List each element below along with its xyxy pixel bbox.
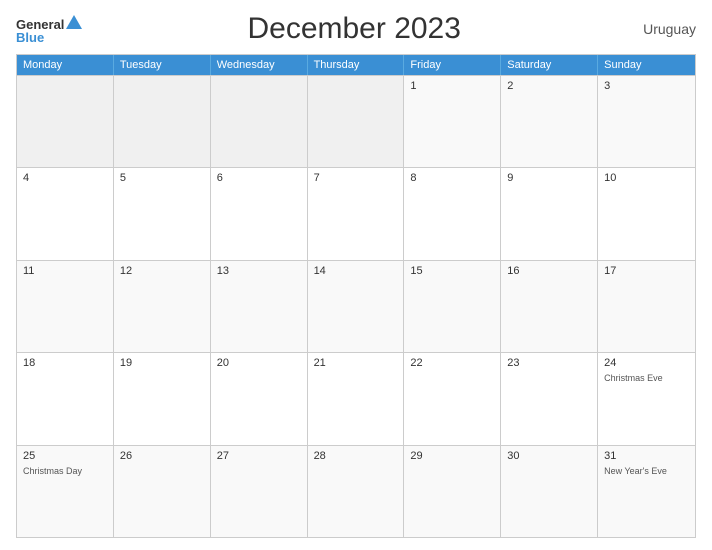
day-cell: 16 [501,261,598,352]
day-cell: 27 [211,446,308,537]
day-number: 21 [314,357,398,369]
day-event: Christmas Day [23,466,107,476]
day-cell: 22 [404,353,501,444]
day-cell: 5 [114,168,211,259]
day-number: 11 [23,265,107,277]
logo: General Blue [16,15,82,44]
day-header-monday: Monday [17,55,114,75]
logo-triangle-icon [66,15,82,29]
day-cell [114,76,211,167]
day-number: 18 [23,357,107,369]
day-number: 22 [410,357,494,369]
calendar: MondayTuesdayWednesdayThursdayFridaySatu… [16,54,696,538]
week-row-4: 18 19 20 21 22 23 24 Christmas Eve [17,352,695,444]
day-cell: 29 [404,446,501,537]
weeks-container: 123456789101112131415161718192021222324C… [17,75,695,537]
day-number: 26 [120,450,204,462]
day-cell: 19 [114,353,211,444]
country-label: Uruguay [626,21,696,37]
day-number: 12 [120,265,204,277]
day-number: 19 [120,357,204,369]
day-number: 1 [410,80,494,92]
day-cell: 24 Christmas Eve [598,353,695,444]
day-cell: 8 [404,168,501,259]
day-cell: 13 [211,261,308,352]
week-row-3: 11 12 13 14 15 16 17 [17,260,695,352]
week-row-2: 4 5 6 78 9 10 [17,167,695,259]
day-cell: 9 [501,168,598,259]
day-cell [308,76,405,167]
day-cell: 18 [17,353,114,444]
day-cell: 6 [211,168,308,259]
day-number: 30 [507,450,591,462]
page-title: December 2023 [82,12,626,46]
day-number: 5 [120,172,204,184]
day-number: 27 [217,450,301,462]
day-number: 13 [217,265,301,277]
day-cell: 11 [17,261,114,352]
day-event: New Year's Eve [604,466,689,476]
day-cell: 28 [308,446,405,537]
day-cell: 10 [598,168,695,259]
logo-blue-text: Blue [16,31,44,44]
day-cell: 4 [17,168,114,259]
page-header: General Blue December 2023 Uruguay [16,12,696,46]
day-headers-row: MondayTuesdayWednesdayThursdayFridaySatu… [17,55,695,75]
day-number: 6 [217,172,301,184]
day-header-thursday: Thursday [308,55,405,75]
day-cell: 20 [211,353,308,444]
day-number: 24 [604,357,689,369]
day-event: Christmas Eve [604,373,689,383]
day-header-tuesday: Tuesday [114,55,211,75]
day-cell: 23 [501,353,598,444]
day-header-saturday: Saturday [501,55,598,75]
day-cell: 15 [404,261,501,352]
day-header-wednesday: Wednesday [211,55,308,75]
day-number: 9 [507,172,591,184]
day-number: 3 [604,80,689,92]
day-number: 31 [604,450,689,462]
day-number: 17 [604,265,689,277]
day-number: 7 [314,172,398,184]
day-cell: 31 New Year's Eve [598,446,695,537]
day-number: 10 [604,172,689,184]
day-header-friday: Friday [404,55,501,75]
day-number: 4 [23,172,107,184]
day-cell [17,76,114,167]
day-cell: 14 [308,261,405,352]
day-number: 2 [507,80,591,92]
day-cell: 26 [114,446,211,537]
day-number: 25 [23,450,107,462]
day-cell: 17 [598,261,695,352]
logo-general-text: General [16,18,64,31]
day-number: 29 [410,450,494,462]
day-cell: 21 [308,353,405,444]
day-number: 16 [507,265,591,277]
day-cell: 30 [501,446,598,537]
day-number: 23 [507,357,591,369]
day-number: 28 [314,450,398,462]
week-row-5: 25 Christmas Day 26 27 28 29 30 31 New Year's Ev… [17,445,695,537]
week-row-1: 1 2 3 [17,75,695,167]
day-cell [211,76,308,167]
day-number: 15 [410,265,494,277]
day-cell: 12 [114,261,211,352]
day-cell: 3 [598,76,695,167]
day-number: 14 [314,265,398,277]
day-cell: 2 [501,76,598,167]
day-cell: 1 [404,76,501,167]
day-header-sunday: Sunday [598,55,695,75]
calendar-page: General Blue December 2023 Uruguay Monda… [0,0,712,550]
day-cell: 7 [308,168,405,259]
day-number: 20 [217,357,301,369]
day-number: 8 [410,172,494,184]
day-cell: 25 Christmas Day [17,446,114,537]
